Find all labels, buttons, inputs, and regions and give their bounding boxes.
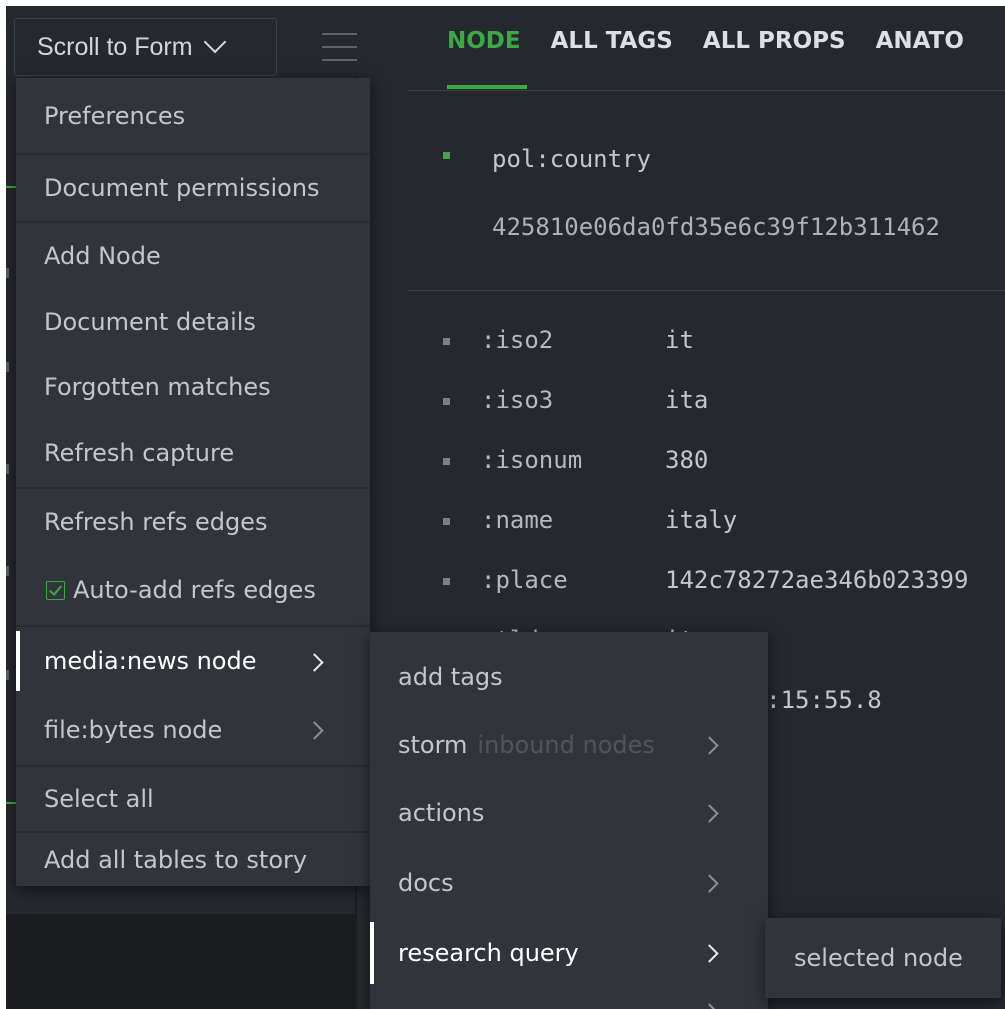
chevron-down-icon — [203, 30, 226, 54]
menu-item-label: Forgotten matches — [44, 373, 271, 401]
submenu-item-add-tags[interactable]: add tags — [370, 642, 768, 712]
menu-item-file-bytes-node[interactable]: file:bytes node — [16, 695, 370, 765]
menu-item-media-news-node[interactable]: media:news node — [16, 625, 370, 695]
prop-value: 142c78272ae346b023399 — [665, 566, 969, 594]
bullet-icon — [443, 458, 450, 465]
menu-item-label: selected node — [794, 944, 963, 972]
bullet-icon — [443, 518, 450, 525]
submenu-research-query: selected node — [765, 918, 1001, 998]
menu-item-label: docs — [398, 869, 454, 897]
submenu-item-research-query[interactable]: research query — [370, 918, 768, 988]
prop-key: :place — [481, 566, 568, 594]
app-window: Scroll to Form NODE ALL TAGS ALL PROPS A… — [6, 6, 1005, 1009]
menu-item-refresh-refs-edges[interactable]: Refresh refs edges — [16, 487, 370, 555]
submenu-item-storm[interactable]: storm inbound nodes — [370, 712, 768, 778]
inspector-tabs: NODE ALL TAGS ALL PROPS ANATO — [447, 28, 964, 54]
node-type: pol:country — [492, 145, 651, 173]
row-marker — [6, 268, 9, 278]
menu-item-add-node[interactable]: Add Node — [16, 221, 370, 289]
node-hash[interactable]: 425810e06da0fd35e6c39f12b311462 — [492, 213, 940, 241]
submenu-item-actions[interactable]: actions — [370, 778, 768, 848]
menu-item-label: Refresh refs edges — [44, 508, 268, 536]
menu-item-secondary: inbound nodes — [477, 731, 655, 759]
active-tab-indicator — [447, 85, 527, 89]
hamburger-menu-icon[interactable] — [322, 33, 358, 61]
bullet-icon — [443, 338, 450, 345]
chevron-right-icon — [700, 736, 719, 755]
menu-item-label: Add Node — [44, 242, 161, 270]
prop-row[interactable]: :iso2 it — [443, 326, 1005, 356]
prop-value: it — [665, 326, 694, 354]
tab-anatomy[interactable]: ANATO — [876, 28, 964, 54]
active-indicator — [16, 631, 20, 691]
row-marker — [6, 464, 9, 474]
row-marker — [6, 566, 9, 576]
chevron-right-icon — [700, 944, 719, 963]
prop-row[interactable]: :name italy — [443, 506, 1005, 536]
prop-row[interactable]: :isonum 380 — [443, 446, 1005, 476]
prop-key: :iso3 — [481, 386, 554, 414]
menu-item-label: Document details — [44, 308, 256, 336]
checkbox-checked-icon[interactable] — [46, 580, 65, 600]
scroll-to-form-label: Scroll to Form — [37, 32, 193, 61]
divider — [407, 290, 1005, 291]
menu-item-label: Preferences — [44, 101, 186, 130]
submenu-item-docs[interactable]: docs — [370, 848, 768, 918]
submenu-item-more[interactable] — [370, 988, 768, 1009]
menu-item-document-details[interactable]: Document details — [16, 289, 370, 355]
menu-item-label: Add all tables to story — [44, 845, 308, 874]
prop-key: :isonum — [481, 446, 583, 474]
prop-value: ita — [665, 386, 709, 414]
menu-item-label: add tags — [398, 663, 503, 691]
node-bullet-icon — [443, 152, 450, 159]
menu-item-label: file:bytes node — [44, 716, 223, 744]
bullet-icon — [443, 398, 450, 405]
prop-value: 380 — [665, 446, 709, 474]
tab-all-tags[interactable]: ALL TAGS — [551, 28, 673, 54]
menu-item-label: Select all — [44, 785, 154, 813]
chevron-right-icon — [700, 1003, 719, 1009]
chevron-right-icon — [305, 653, 324, 672]
chevron-right-icon — [700, 874, 719, 893]
menu-item-refresh-capture[interactable]: Refresh capture — [16, 419, 370, 487]
menu-item-label: actions — [398, 799, 485, 827]
left-pane-footer — [6, 914, 356, 1009]
prop-key: :name — [481, 506, 554, 534]
bullet-icon — [443, 578, 450, 585]
tab-all-props[interactable]: ALL PROPS — [703, 28, 846, 54]
menu-item-select-all[interactable]: Select all — [16, 765, 370, 831]
menu-item-label: storm — [398, 731, 468, 759]
scroll-to-form-button[interactable]: Scroll to Form — [14, 18, 277, 76]
menu-item-auto-add-refs-edges[interactable]: Auto-add refs edges — [16, 555, 370, 625]
prop-value: italy — [665, 506, 738, 534]
chevron-right-icon — [700, 804, 719, 823]
selection-marker — [6, 802, 16, 804]
menu-item-document-permissions[interactable]: Document permissions — [16, 153, 370, 221]
row-marker — [6, 362, 9, 372]
menu-item-forgotten-matches[interactable]: Forgotten matches — [16, 355, 370, 419]
menu-item-preferences[interactable]: Preferences — [16, 78, 370, 153]
prop-key: :iso2 — [481, 326, 554, 354]
row-marker — [6, 670, 9, 680]
menu-item-add-all-tables-to-story[interactable]: Add all tables to story — [16, 831, 370, 886]
menu-item-label: Document permissions — [44, 174, 320, 202]
active-indicator — [370, 922, 374, 984]
menu-item-label: research query — [398, 939, 579, 967]
chevron-right-icon — [305, 721, 324, 740]
submenu-item-selected-node[interactable]: selected node — [765, 918, 1001, 998]
divider — [407, 90, 1005, 91]
menu-item-label: media:news node — [44, 647, 257, 675]
submenu-media-news-node: add tags storm inbound nodes actions doc… — [370, 632, 768, 1009]
selection-marker — [6, 186, 16, 188]
context-menu: Preferences Document permissions Add Nod… — [16, 78, 370, 886]
prop-row[interactable]: :iso3 ita — [443, 386, 1005, 416]
menu-item-label: Refresh capture — [44, 439, 235, 467]
tab-node[interactable]: NODE — [447, 28, 521, 54]
menu-item-label: Auto-add refs edges — [73, 576, 316, 604]
prop-row[interactable]: :place 142c78272ae346b023399 — [443, 566, 1005, 596]
